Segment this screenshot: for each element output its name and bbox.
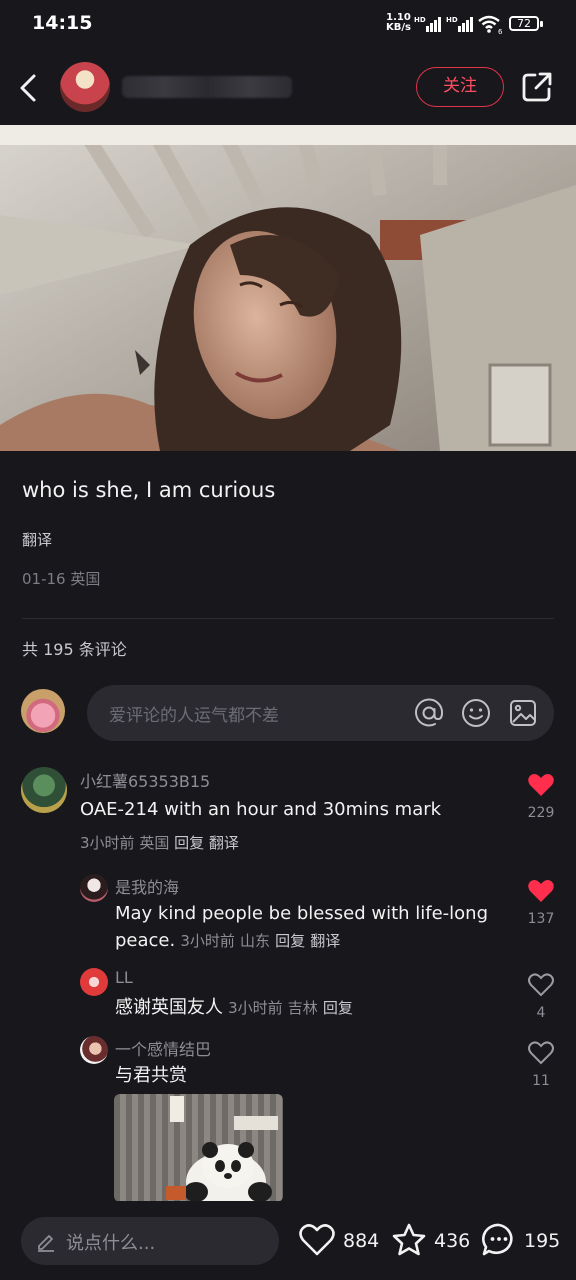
heart-icon[interactable]	[298, 1222, 336, 1258]
like-count: 229	[527, 805, 555, 821]
network-speed: 1.10 KB/s	[386, 13, 411, 33]
follow-button[interactable]: 关注	[416, 67, 504, 107]
post-like-count: 884	[343, 1230, 380, 1252]
like-count: 11	[532, 1073, 550, 1089]
reply-button[interactable]: 回复	[323, 999, 353, 1017]
translate-link[interactable]: 翻译	[209, 834, 239, 852]
wifi-number: 6	[498, 28, 503, 34]
comment-time: 3小时前	[228, 999, 283, 1017]
status-bar: 14:15 1.10 KB/s HD HD 6 72	[0, 0, 576, 50]
pen-icon	[38, 1235, 54, 1252]
heart-icon[interactable]	[527, 878, 555, 904]
comment-text-line: May kind people be blessed with life-lon…	[115, 903, 489, 924]
comment-avatar[interactable]	[80, 874, 108, 902]
signal-1-label: HD	[414, 16, 426, 24]
signal-2-label: HD	[446, 16, 458, 24]
comment-region: 英国	[139, 834, 170, 852]
translate-link[interactable]: 翻译	[310, 932, 340, 950]
network-speed-unit: KB/s	[386, 22, 411, 33]
say-something-placeholder: 说点什么...	[66, 1233, 156, 1254]
heart-icon[interactable]	[527, 1040, 555, 1066]
comment-icon[interactable]	[480, 1222, 518, 1258]
comment-username[interactable]: 小红薯65353B15	[80, 768, 210, 792]
heart-icon[interactable]	[527, 972, 555, 998]
emoji-icon[interactable]	[460, 697, 492, 729]
comment-time: 3小时前	[80, 834, 135, 852]
post-star-count: 436	[434, 1230, 471, 1252]
comment-image[interactable]	[114, 1094, 283, 1202]
comment-region: 山东	[239, 932, 270, 950]
reply-button[interactable]: 回复	[275, 932, 305, 950]
author-avatar[interactable]	[60, 62, 110, 112]
wifi-icon: 6	[478, 15, 503, 34]
post-title: who is she, I am curious	[22, 478, 276, 502]
comment-avatar[interactable]	[80, 968, 108, 996]
comment-text-line: peace.	[115, 930, 176, 951]
at-icon[interactable]	[413, 697, 445, 729]
comment-count: 共 195 条评论	[22, 640, 127, 659]
comment-text: OAE-214 with an hour and 30mins mark	[80, 799, 442, 820]
divider	[22, 618, 554, 619]
reply-button[interactable]: 回复	[174, 834, 204, 852]
star-icon[interactable]	[390, 1222, 428, 1258]
comment-username[interactable]: 一个感情结巴	[115, 1036, 211, 1060]
post-photo[interactable]	[0, 125, 576, 451]
heart-icon[interactable]	[527, 772, 555, 798]
back-icon[interactable]	[14, 70, 44, 106]
image-icon[interactable]	[507, 697, 539, 729]
comment-text: 与君共赏	[115, 1065, 187, 1086]
my-avatar	[21, 689, 65, 733]
comment-username[interactable]: LL	[115, 968, 133, 987]
signal-icon: HD	[414, 16, 441, 32]
post-comment-count: 195	[524, 1230, 561, 1252]
comment-input-placeholder: 爱评论的人运气都不差	[109, 706, 279, 726]
signal-icon-2: HD	[446, 16, 473, 32]
post-photo-illustration	[0, 125, 576, 451]
comment-meta: 3小时前 英国 回复 翻译	[80, 832, 239, 853]
translate-link[interactable]: 翻译	[22, 529, 52, 550]
comment-second-line: peace. 3小时前 山东 回复 翻译	[115, 927, 340, 955]
comment-text: 感谢英国友人	[115, 997, 223, 1018]
status-time: 14:15	[32, 12, 93, 34]
panda-image-illustration	[166, 1096, 278, 1202]
comment-avatar[interactable]	[21, 767, 67, 813]
like-count: 4	[536, 1005, 546, 1021]
comment-username[interactable]: 是我的海	[115, 874, 179, 898]
comment-time: 3小时前	[180, 932, 235, 950]
comment-line: 感谢英国友人 3小时前 吉林 回复	[115, 994, 353, 1022]
like-count: 137	[527, 911, 555, 927]
author-name-blurred[interactable]	[122, 76, 292, 98]
share-icon[interactable]	[520, 70, 554, 104]
battery-level: 72	[509, 16, 543, 31]
comment-avatar[interactable]	[80, 1036, 108, 1064]
post-meta: 01-16 英国	[22, 570, 101, 588]
comment-region: 吉林	[287, 999, 318, 1017]
